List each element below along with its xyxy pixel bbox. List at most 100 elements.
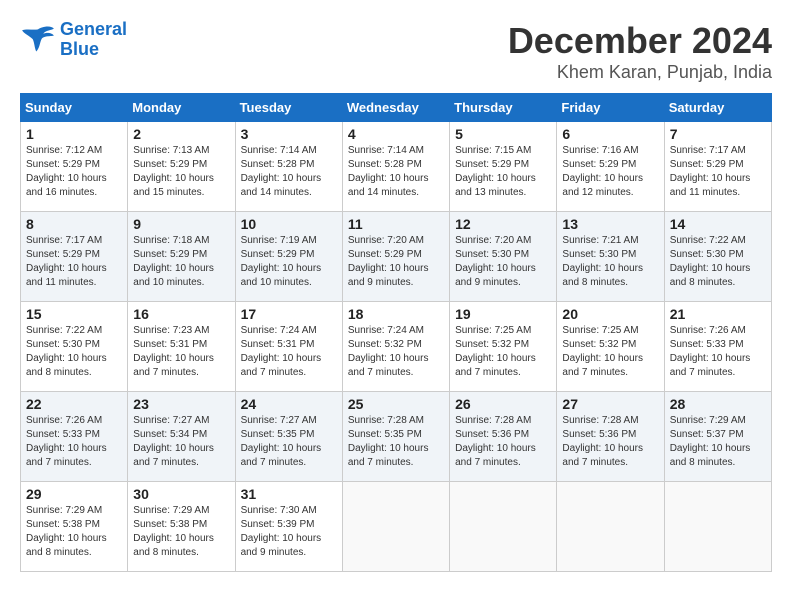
day-info: Sunrise: 7:22 AMSunset: 5:30 PMDaylight:…	[26, 324, 122, 380]
calendar-cell: 16Sunrise: 7:23 AMSunset: 5:31 PMDayligh…	[128, 302, 235, 392]
calendar-cell: 27Sunrise: 7:28 AMSunset: 5:36 PMDayligh…	[557, 392, 664, 482]
day-number: 6	[562, 126, 658, 142]
day-info: Sunrise: 7:29 AMSunset: 5:38 PMDaylight:…	[26, 504, 122, 560]
calendar-cell: 26 Sunrise: 7:28 AMSunset: 5:36 PMDayligh…	[450, 392, 557, 482]
day-number: 26	[455, 396, 551, 412]
header-wednesday: Wednesday	[342, 94, 449, 122]
day-info: Sunrise: 7:22 AMSunset: 5:30 PMDaylight:…	[670, 234, 766, 290]
day-number: 31	[241, 486, 337, 502]
calendar-cell: 22Sunrise: 7:26 AMSunset: 5:33 PMDayligh…	[21, 392, 128, 482]
day-info: Sunrise: 7:17 AMSunset: 5:29 PMDaylight:…	[26, 234, 122, 290]
location-title: Khem Karan, Punjab, India	[508, 62, 772, 83]
day-info: Sunrise: 7:12 AMSunset: 5:29 PMDaylight:…	[26, 144, 122, 200]
calendar-week-row: 15 Sunrise: 7:22 AMSunset: 5:30 PMDayligh…	[21, 302, 772, 392]
calendar-cell: 21Sunrise: 7:26 AMSunset: 5:33 PMDayligh…	[664, 302, 771, 392]
header-monday: Monday	[128, 94, 235, 122]
calendar-cell: 18Sunrise: 7:24 AMSunset: 5:32 PMDayligh…	[342, 302, 449, 392]
calendar-cell: 25 Sunrise: 7:28 AMSunset: 5:35 PMDayligh…	[342, 392, 449, 482]
day-number: 8	[26, 216, 122, 232]
day-info: Sunrise: 7:26 AMSunset: 5:33 PMDaylight:…	[670, 324, 766, 380]
day-number: 2	[133, 126, 229, 142]
calendar-cell	[664, 482, 771, 572]
calendar-week-row: 8 Sunrise: 7:17 AMSunset: 5:29 PMDaylight…	[21, 212, 772, 302]
calendar-cell: 15 Sunrise: 7:22 AMSunset: 5:30 PMDayligh…	[21, 302, 128, 392]
day-number: 14	[670, 216, 766, 232]
calendar-cell: 6 Sunrise: 7:16 AMSunset: 5:29 PMDaylight…	[557, 122, 664, 212]
calendar-cell: 7 Sunrise: 7:17 AMSunset: 5:29 PMDaylight…	[664, 122, 771, 212]
calendar-week-row: 1 Sunrise: 7:12 AMSunset: 5:29 PMDaylight…	[21, 122, 772, 212]
day-number: 28	[670, 396, 766, 412]
day-info: Sunrise: 7:28 AMSunset: 5:36 PMDaylight:…	[455, 414, 551, 470]
day-number: 1	[26, 126, 122, 142]
day-number: 3	[241, 126, 337, 142]
calendar-cell: 14 Sunrise: 7:22 AMSunset: 5:30 PMDayligh…	[664, 212, 771, 302]
logo-text: General Blue	[60, 20, 127, 60]
day-info: Sunrise: 7:25 AMSunset: 5:32 PMDaylight:…	[562, 324, 658, 380]
calendar-cell	[557, 482, 664, 572]
day-info: Sunrise: 7:17 AMSunset: 5:29 PMDaylight:…	[670, 144, 766, 200]
day-number: 10	[241, 216, 337, 232]
day-info: Sunrise: 7:14 AMSunset: 5:28 PMDaylight:…	[348, 144, 444, 200]
calendar-cell: 4 Sunrise: 7:14 AMSunset: 5:28 PMDaylight…	[342, 122, 449, 212]
day-number: 5	[455, 126, 551, 142]
calendar-cell: 1 Sunrise: 7:12 AMSunset: 5:29 PMDaylight…	[21, 122, 128, 212]
day-info: Sunrise: 7:25 AMSunset: 5:32 PMDaylight:…	[455, 324, 551, 380]
day-number: 17	[241, 306, 337, 322]
day-info: Sunrise: 7:20 AMSunset: 5:30 PMDaylight:…	[455, 234, 551, 290]
day-number: 11	[348, 216, 444, 232]
logo-bird-icon	[20, 25, 56, 55]
calendar-table: SundayMondayTuesdayWednesdayThursdayFrid…	[20, 93, 772, 572]
header-tuesday: Tuesday	[235, 94, 342, 122]
day-number: 29	[26, 486, 122, 502]
day-info: Sunrise: 7:23 AMSunset: 5:31 PMDaylight:…	[133, 324, 229, 380]
day-number: 13	[562, 216, 658, 232]
day-info: Sunrise: 7:27 AMSunset: 5:35 PMDaylight:…	[241, 414, 337, 470]
day-info: Sunrise: 7:29 AMSunset: 5:38 PMDaylight:…	[133, 504, 229, 560]
title-area: December 2024 Khem Karan, Punjab, India	[508, 20, 772, 83]
day-number: 24	[241, 396, 337, 412]
header-sunday: Sunday	[21, 94, 128, 122]
calendar-cell: 29 Sunrise: 7:29 AMSunset: 5:38 PMDayligh…	[21, 482, 128, 572]
calendar-cell	[342, 482, 449, 572]
day-info: Sunrise: 7:20 AMSunset: 5:29 PMDaylight:…	[348, 234, 444, 290]
day-number: 25	[348, 396, 444, 412]
calendar-cell: 28Sunrise: 7:29 AMSunset: 5:37 PMDayligh…	[664, 392, 771, 482]
day-number: 20	[562, 306, 658, 322]
day-number: 22	[26, 396, 122, 412]
day-number: 23	[133, 396, 229, 412]
header-thursday: Thursday	[450, 94, 557, 122]
day-number: 7	[670, 126, 766, 142]
day-number: 12	[455, 216, 551, 232]
day-info: Sunrise: 7:13 AMSunset: 5:29 PMDaylight:…	[133, 144, 229, 200]
calendar-cell: 5 Sunrise: 7:15 AMSunset: 5:29 PMDaylight…	[450, 122, 557, 212]
header-friday: Friday	[557, 94, 664, 122]
header-saturday: Saturday	[664, 94, 771, 122]
logo: General Blue	[20, 20, 127, 60]
calendar-cell: 3 Sunrise: 7:14 AMSunset: 5:28 PMDaylight…	[235, 122, 342, 212]
day-number: 19	[455, 306, 551, 322]
calendar-cell: 31Sunrise: 7:30 AMSunset: 5:39 PMDayligh…	[235, 482, 342, 572]
calendar-cell: 2 Sunrise: 7:13 AMSunset: 5:29 PMDaylight…	[128, 122, 235, 212]
calendar-cell: 13 Sunrise: 7:21 AMSunset: 5:30 PMDayligh…	[557, 212, 664, 302]
header: General Blue December 2024 Khem Karan, P…	[20, 20, 772, 83]
day-info: Sunrise: 7:16 AMSunset: 5:29 PMDaylight:…	[562, 144, 658, 200]
day-number: 4	[348, 126, 444, 142]
calendar-cell	[450, 482, 557, 572]
calendar-cell: 24 Sunrise: 7:27 AMSunset: 5:35 PMDayligh…	[235, 392, 342, 482]
calendar-cell: 10Sunrise: 7:19 AMSunset: 5:29 PMDayligh…	[235, 212, 342, 302]
calendar-cell: 9Sunrise: 7:18 AMSunset: 5:29 PMDaylight…	[128, 212, 235, 302]
calendar-cell: 17Sunrise: 7:24 AMSunset: 5:31 PMDayligh…	[235, 302, 342, 392]
day-info: Sunrise: 7:14 AMSunset: 5:28 PMDaylight:…	[241, 144, 337, 200]
day-info: Sunrise: 7:15 AMSunset: 5:29 PMDaylight:…	[455, 144, 551, 200]
calendar-cell: 20 Sunrise: 7:25 AMSunset: 5:32 PMDayligh…	[557, 302, 664, 392]
day-number: 15	[26, 306, 122, 322]
day-info: Sunrise: 7:28 AMSunset: 5:35 PMDaylight:…	[348, 414, 444, 470]
calendar-cell: 8 Sunrise: 7:17 AMSunset: 5:29 PMDaylight…	[21, 212, 128, 302]
calendar-cell: 11 Sunrise: 7:20 AMSunset: 5:29 PMDayligh…	[342, 212, 449, 302]
day-info: Sunrise: 7:28 AMSunset: 5:36 PMDaylight:…	[562, 414, 658, 470]
calendar-week-row: 22Sunrise: 7:26 AMSunset: 5:33 PMDayligh…	[21, 392, 772, 482]
day-number: 9	[133, 216, 229, 232]
calendar-header-row: SundayMondayTuesdayWednesdayThursdayFrid…	[21, 94, 772, 122]
day-info: Sunrise: 7:21 AMSunset: 5:30 PMDaylight:…	[562, 234, 658, 290]
day-number: 18	[348, 306, 444, 322]
